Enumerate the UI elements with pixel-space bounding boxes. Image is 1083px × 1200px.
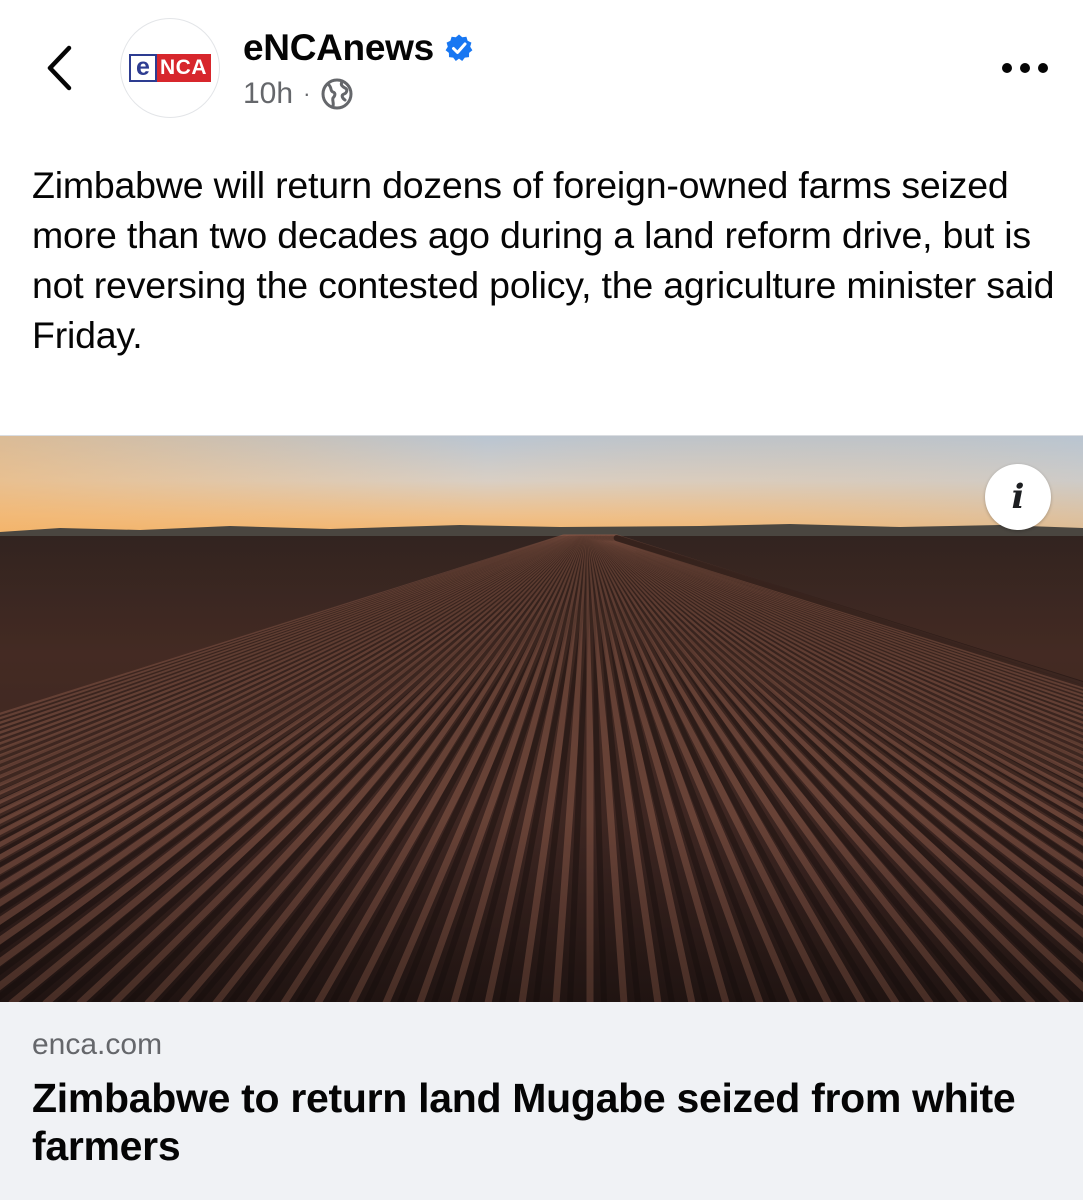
farm-field-photo: [0, 436, 1083, 1003]
link-title: Zimbabwe to return land Mugabe seized fr…: [32, 1075, 1016, 1169]
page-name[interactable]: eNCAnews: [243, 27, 434, 69]
back-button[interactable]: [30, 36, 90, 100]
globe-icon: [320, 77, 354, 111]
info-button[interactable]: i: [985, 464, 1051, 530]
link-domain: enca.com: [32, 1028, 163, 1061]
logo-nca: NCA: [157, 54, 211, 82]
meta-separator: ·: [303, 81, 311, 106]
post-meta: 10h ·: [243, 74, 354, 114]
post-timestamp[interactable]: 10h: [243, 77, 293, 111]
info-icon: i: [1011, 477, 1025, 517]
page-name-row: eNCAnews: [243, 26, 474, 70]
more-options-button[interactable]: [995, 48, 1055, 88]
more-dots-icon: [1001, 62, 1049, 74]
chevron-left-icon: [45, 45, 75, 91]
enca-logo: e NCA: [129, 53, 211, 83]
verified-badge-icon: [444, 33, 474, 63]
link-preview-footer[interactable]: enca.com Zimbabwe to return land Mugabe …: [0, 1002, 1083, 1200]
page-avatar[interactable]: e NCA: [120, 18, 220, 118]
link-preview-image[interactable]: [0, 435, 1083, 1003]
post-header: e NCA eNCAnews 10h ·: [0, 0, 1083, 140]
logo-e: e: [129, 54, 157, 82]
post-text: Zimbabwe will return dozens of foreign-o…: [32, 164, 1055, 356]
